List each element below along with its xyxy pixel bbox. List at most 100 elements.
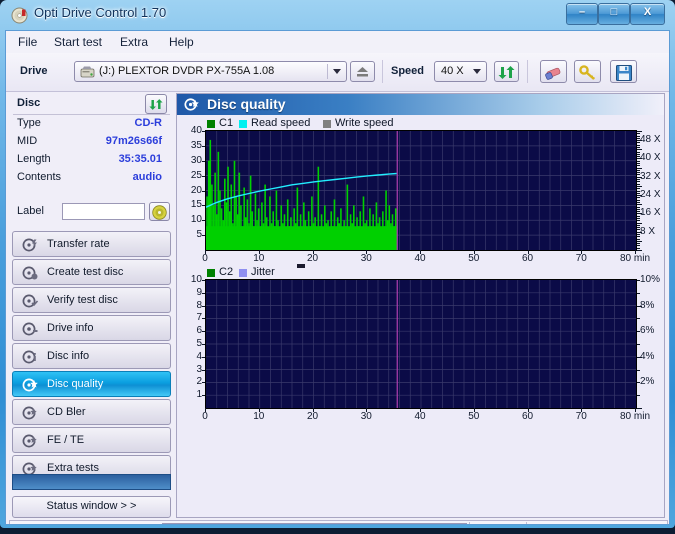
sidebar-item-verify-test-disc[interactable]: Verify test disc [12, 287, 171, 313]
key-button[interactable] [574, 60, 601, 83]
y2-tick-mark [637, 192, 640, 194]
close-button[interactable]: X [630, 3, 665, 25]
y2-tick-mark [637, 197, 640, 199]
y2-tick-label: 48 X [640, 134, 661, 146]
c1-read-speed-chart[interactable] [205, 130, 637, 251]
disc-row-contents: Contents audio [9, 171, 174, 188]
minimize-button[interactable]: – [566, 3, 598, 25]
disc-row-mid: MID 97m26s66f [9, 135, 174, 152]
sidebar-item-drive-info[interactable]: Drive info [12, 315, 171, 341]
y-tick-mark [202, 369, 205, 371]
disc-refresh-button[interactable] [145, 94, 167, 114]
maximize-button[interactable]: □ [598, 3, 630, 25]
y2-tick-mark [637, 224, 640, 226]
disc-row-type: Type CD-R [9, 117, 174, 134]
y2-tick-mark [637, 147, 640, 149]
legend-label-c2: C2 [219, 266, 234, 278]
sidebar-item-create-test-disc[interactable]: Create test disc [12, 259, 171, 285]
y2-tick-mark [637, 318, 640, 320]
x-tick-mark [581, 408, 583, 412]
y2-tick-mark [637, 215, 640, 217]
y-tick-mark [202, 220, 205, 222]
x-tick-label: 20 [306, 253, 319, 264]
menu-start-test[interactable]: Start test [48, 34, 108, 50]
legend-swatch-write-speed [323, 120, 331, 128]
c2-jitter-chart[interactable] [205, 279, 637, 409]
chart1-plot [206, 131, 636, 250]
sidebar-item-transfer-rate[interactable]: Transfer rate [12, 231, 171, 257]
speed-select-value: 40 X [441, 65, 464, 77]
drive-select-value: (J:) PLEXTOR DVDR PX-755A 1.08 [99, 65, 275, 77]
y-tick-mark [202, 235, 205, 237]
menu-help[interactable]: Help [163, 34, 200, 50]
y2-tick-mark [637, 195, 642, 197]
y2-tick-mark [637, 190, 640, 192]
disc-icon [11, 7, 28, 24]
legend-swatch-c1 [207, 120, 215, 128]
elapsed-time: 01:24 [617, 524, 645, 525]
main-panel: Disc quality C1 Read speed Write speed 4… [176, 93, 665, 518]
y-tick-mark [202, 305, 205, 307]
menu-extra[interactable]: Extra [114, 34, 154, 50]
y-tick-mark [202, 356, 205, 358]
label-input[interactable] [62, 203, 145, 220]
x-tick-mark [205, 408, 206, 412]
y2-tick-mark [637, 158, 642, 160]
y2-tick-mark [637, 220, 640, 222]
toolbar: Drive (J:) PLEXTOR DVDR PX-755A 1.08 Spe… [6, 53, 669, 92]
disc-row-contents-key: Contents [17, 171, 62, 183]
y2-tick-mark [637, 238, 640, 240]
disc-row-type-value: CD-R [134, 117, 163, 129]
x-tick-mark [366, 408, 368, 412]
y2-tick-mark [637, 222, 642, 224]
y2-tick-mark [637, 247, 640, 249]
y-tick-label: 5 [196, 338, 202, 349]
cd-icon [152, 205, 167, 220]
x-tick-mark [473, 408, 475, 412]
chevron-down-icon [333, 69, 341, 74]
sidebar-item-disc-info[interactable]: Disc info [12, 343, 171, 369]
y2-tick-mark [637, 208, 640, 210]
speed-select[interactable]: 40 X [434, 61, 487, 82]
x-tick-mark [420, 408, 421, 412]
y2-tick-mark [637, 142, 640, 144]
chart2-plot [206, 280, 636, 408]
drive-icon [80, 65, 95, 80]
y2-tick-mark [637, 344, 640, 345]
x-tick-label: 70 [575, 411, 587, 422]
y-tick-label: 9 [196, 286, 202, 298]
y-tick-label: 4 [196, 350, 202, 362]
x-tick-mark [312, 408, 314, 412]
x-tick-label: 40 [414, 253, 426, 264]
eject-button[interactable] [350, 61, 375, 82]
disc-label-button[interactable] [149, 202, 170, 221]
y2-tick-label: 16 X [640, 207, 661, 219]
x-tick-mark [635, 408, 636, 412]
sidebar-item-cd-bler[interactable]: CD Bler [12, 399, 171, 425]
y-tick-label: 25 [190, 169, 202, 181]
sidebar-item-disc-quality[interactable]: Disc quality [12, 371, 171, 397]
x-tick-mark [366, 250, 368, 254]
progress-bar-fill [163, 524, 466, 525]
drive-select[interactable]: (J:) PLEXTOR DVDR PX-755A 1.08 [74, 61, 347, 82]
y2-tick-label: 24 X [640, 189, 661, 201]
x-tick-label: 30 [360, 411, 372, 422]
disc-panel-title: Disc [17, 97, 41, 109]
key-icon [579, 65, 595, 80]
refresh-icon [498, 66, 515, 79]
sidebar-item-fe-te[interactable]: FE / TE [12, 427, 171, 453]
y2-tick-mark [637, 305, 642, 307]
legend-swatch-jitter [239, 269, 247, 277]
y-tick-mark [202, 190, 205, 192]
refresh-button[interactable] [494, 61, 519, 82]
y2-tick-mark [637, 169, 640, 171]
sidebar-item-verify-test-disc-label: Verify test disc [47, 294, 118, 306]
erase-button[interactable] [540, 60, 567, 83]
y-tick-label: 20 [190, 184, 202, 196]
y2-tick-label: 2% [640, 376, 655, 388]
disc-write-icon [22, 265, 38, 281]
menu-file[interactable]: File [12, 34, 43, 50]
status-window-button[interactable]: Status window > > [12, 496, 171, 518]
save-button[interactable] [610, 60, 637, 83]
y2-tick-mark [637, 199, 640, 201]
